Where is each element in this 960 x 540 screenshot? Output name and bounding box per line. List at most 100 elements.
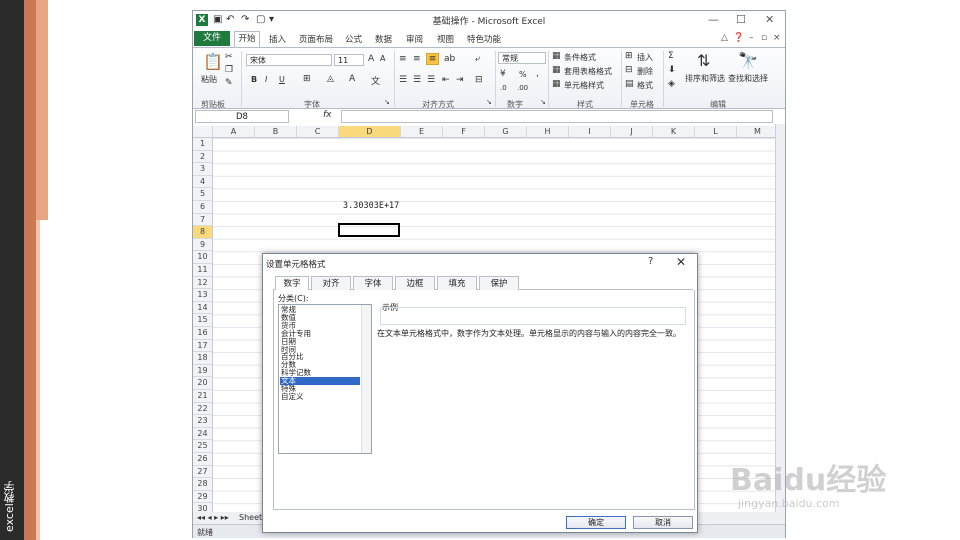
tab-home[interactable]: 开始 <box>234 31 260 47</box>
cut-icon[interactable]: ✂ <box>225 52 233 62</box>
row-header[interactable]: 29 <box>193 490 213 504</box>
table-format-icon[interactable]: ▦ <box>552 65 561 75</box>
find-select-button[interactable]: 查找和选择 <box>728 73 768 84</box>
delete-cells-button[interactable]: 删除 <box>637 66 653 77</box>
column-header[interactable]: J <box>611 126 653 138</box>
column-header[interactable]: F <box>443 126 485 138</box>
row-header[interactable]: 30 <box>193 503 213 512</box>
row-header[interactable]: 19 <box>193 364 213 378</box>
copy-icon[interactable]: ❐ <box>225 65 233 75</box>
fill-color-icon[interactable]: ◬ <box>327 74 334 84</box>
tab-data[interactable]: 数据 <box>375 33 392 45</box>
category-list[interactable]: 常规 数值 货币 会计专用 日期 时间 百分比 分数 科学记数 文本 特殊 自定义 <box>278 304 372 454</box>
fill-icon[interactable]: ⬇ <box>668 65 676 75</box>
column-header[interactable]: E <box>401 126 443 138</box>
row-header[interactable]: 20 <box>193 377 213 390</box>
row-header[interactable]: 26 <box>193 453 213 466</box>
minimize-icon[interactable]: — <box>708 13 719 26</box>
tab-view[interactable]: 视图 <box>437 33 454 45</box>
tab-protection[interactable]: 保护 <box>479 276 519 290</box>
insert-cells-icon[interactable]: ⊞ <box>625 51 633 61</box>
doc-minimize-icon[interactable]: – <box>749 33 754 43</box>
row-header[interactable]: 3 <box>193 163 213 176</box>
clear-icon[interactable]: ◈ <box>668 79 675 89</box>
autosum-icon[interactable]: Σ <box>668 51 674 61</box>
row-header[interactable]: 21 <box>193 390 213 403</box>
column-header[interactable]: G <box>485 126 527 138</box>
tab-number[interactable]: 数字 <box>275 276 309 291</box>
maximize-icon[interactable]: ☐ <box>736 13 746 26</box>
row-header[interactable]: 27 <box>193 465 213 479</box>
column-header[interactable]: A <box>213 126 255 138</box>
row-header[interactable]: 25 <box>193 440 213 453</box>
align-right-icon[interactable]: ☰ <box>427 75 435 85</box>
increase-decimal-icon[interactable]: .0 <box>500 84 507 92</box>
wrap-text-icon[interactable]: ⤶ <box>475 54 480 64</box>
conditional-format-icon[interactable]: ▦ <box>552 51 561 61</box>
grow-font-icon[interactable]: A <box>368 54 374 64</box>
row-header[interactable]: 28 <box>193 478 213 491</box>
row-header[interactable]: 9 <box>193 238 213 252</box>
font-dialog-launcher-icon[interactable]: ↘ <box>384 98 390 106</box>
sheet-tab[interactable]: Sheet <box>239 513 262 522</box>
row-header[interactable]: 16 <box>193 327 213 340</box>
category-scrollbar[interactable] <box>361 305 371 453</box>
select-all-corner[interactable] <box>193 126 213 138</box>
active-cell-d8[interactable] <box>338 223 400 237</box>
column-header[interactable]: M <box>737 126 775 138</box>
row-header[interactable]: 22 <box>193 402 213 416</box>
row-header[interactable]: 12 <box>193 276 213 290</box>
row-header[interactable]: 23 <box>193 415 213 428</box>
align-bottom-icon[interactable]: ≡ <box>426 53 439 65</box>
tab-fill[interactable]: 填充 <box>437 276 477 290</box>
row-header[interactable]: 8 <box>193 226 213 239</box>
formula-input[interactable] <box>341 110 773 123</box>
vertical-scrollbar[interactable] <box>775 124 785 512</box>
close-icon[interactable]: ✕ <box>765 13 774 26</box>
alignment-dialog-launcher-icon[interactable]: ↘ <box>486 98 492 106</box>
row-header[interactable]: 17 <box>193 339 213 353</box>
align-middle-icon[interactable]: ≡ <box>413 54 421 64</box>
row-header[interactable]: 1 <box>193 138 213 151</box>
tab-file[interactable]: 文件 <box>194 31 230 46</box>
format-cells-icon[interactable]: ▤ <box>625 79 634 89</box>
tab-formulas[interactable]: 公式 <box>345 33 362 45</box>
doc-restore-icon[interactable]: ▫ <box>761 33 767 43</box>
bold-button[interactable]: B <box>251 75 257 84</box>
tab-font[interactable]: 字体 <box>353 276 393 290</box>
dialog-close-icon[interactable]: ✕ <box>676 255 686 269</box>
row-header[interactable]: 4 <box>193 175 213 189</box>
tab-review[interactable]: 审阅 <box>406 33 423 45</box>
doc-close-icon[interactable]: × <box>773 33 781 43</box>
decrease-indent-icon[interactable]: ⇤ <box>442 75 450 85</box>
insert-cells-button[interactable]: 插入 <box>637 52 653 63</box>
row-header[interactable]: 6 <box>193 201 213 214</box>
find-select-icon[interactable]: 🔭 <box>738 51 758 70</box>
row-header[interactable]: 13 <box>193 289 213 302</box>
tab-page-layout[interactable]: 页面布局 <box>299 33 333 45</box>
font-color-icon[interactable]: A <box>349 74 355 84</box>
underline-button[interactable]: U <box>279 75 285 84</box>
border-icon[interactable]: ⊞ <box>303 74 311 84</box>
decrease-decimal-icon[interactable]: .00 <box>517 84 528 92</box>
tab-special[interactable]: 特色功能 <box>467 33 501 45</box>
category-item[interactable]: 自定义 <box>280 392 360 401</box>
row-header[interactable]: 24 <box>193 427 213 441</box>
conditional-format-button[interactable]: 条件格式 <box>564 52 596 63</box>
row-header[interactable]: 14 <box>193 301 213 315</box>
number-dialog-launcher-icon[interactable]: ↘ <box>540 98 546 106</box>
font-name-select[interactable]: 宋体 <box>246 54 332 66</box>
table-format-button[interactable]: 套用表格格式 <box>564 66 612 77</box>
accounting-format-icon[interactable]: ¥ <box>500 69 506 79</box>
italic-button[interactable]: I <box>265 75 267 84</box>
row-header[interactable]: 18 <box>193 352 213 365</box>
column-header[interactable]: K <box>653 126 695 138</box>
cell-style-icon[interactable]: ▦ <box>552 79 561 89</box>
row-header[interactable]: 7 <box>193 213 213 227</box>
column-header[interactable]: H <box>527 126 569 138</box>
column-header[interactable]: C <box>297 126 339 138</box>
font-size-select[interactable]: 11 <box>334 54 364 66</box>
paste-icon[interactable]: 📋 <box>203 52 223 71</box>
align-left-icon[interactable]: ☰ <box>399 75 407 85</box>
align-top-icon[interactable]: ≡ <box>399 54 407 64</box>
